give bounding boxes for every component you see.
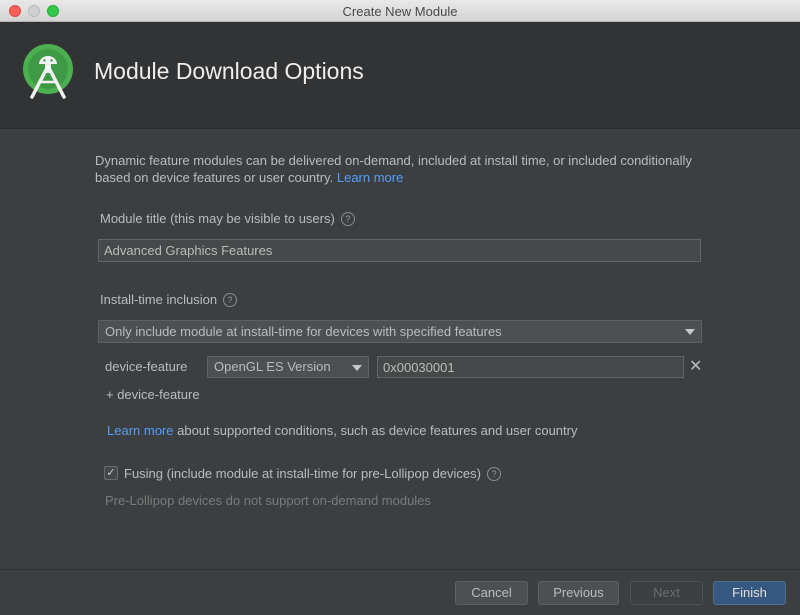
conditions-note: Learn more about supported conditions, s… [107, 423, 577, 438]
conditions-note-text: about supported conditions, such as devi… [177, 423, 578, 438]
chevron-down-icon [352, 365, 362, 371]
module-title-field[interactable]: Advanced Graphics Features [98, 239, 701, 262]
fusing-note: Pre-Lollipop devices do not support on-d… [105, 493, 431, 508]
finish-button[interactable]: Finish [713, 581, 786, 605]
help-icon[interactable]: ? [223, 293, 238, 307]
fusing-checkbox[interactable]: ✓ [104, 466, 118, 480]
install-time-label-text: Install-time inclusion [100, 292, 218, 307]
device-feature-value: 0x00030001 [383, 360, 455, 375]
module-title-value: Advanced Graphics Features [104, 243, 273, 258]
previous-button[interactable]: Previous [538, 581, 619, 605]
module-title-label: Module title (this may be visible to use… [100, 211, 355, 226]
create-module-dialog: Create New Module Module Download Option… [0, 0, 800, 615]
learn-more-link[interactable]: Learn more [337, 170, 403, 185]
device-feature-label: device-feature [105, 359, 188, 374]
install-time-dropdown[interactable]: Only include module at install-time for … [98, 320, 702, 343]
android-studio-logo-icon [23, 44, 73, 99]
cancel-button[interactable]: Cancel [455, 581, 528, 605]
page-title: Module Download Options [94, 58, 364, 84]
fusing-label: Fusing (include module at install-time f… [124, 466, 501, 481]
help-icon[interactable]: ? [486, 467, 501, 481]
dialog-header: Module Download Options [0, 22, 800, 129]
window-titlebar: Create New Module [0, 0, 800, 22]
install-time-selected: Only include module at install-time for … [105, 324, 502, 339]
dialog-footer: Cancel Previous Next Finish [0, 569, 800, 615]
install-time-label: Install-time inclusion? [100, 292, 238, 307]
remove-device-feature-icon[interactable]: ✕ [689, 356, 702, 376]
device-feature-type-selected: OpenGL ES Version [214, 359, 331, 374]
help-icon[interactable]: ? [340, 212, 355, 226]
conditions-learn-more-link[interactable]: Learn more [107, 423, 173, 438]
description: Dynamic feature modules can be delivered… [95, 152, 715, 186]
next-button[interactable]: Next [630, 581, 703, 605]
device-feature-type-dropdown[interactable]: OpenGL ES Version [207, 356, 369, 378]
chevron-down-icon [685, 329, 695, 335]
window-title: Create New Module [342, 4, 458, 19]
fusing-label-text: Fusing (include module at install-time f… [124, 466, 481, 481]
module-title-label-text: Module title (this may be visible to use… [100, 211, 335, 226]
device-feature-value-field[interactable]: 0x00030001 [377, 356, 684, 378]
add-device-feature-link[interactable]: + device-feature [106, 387, 200, 402]
